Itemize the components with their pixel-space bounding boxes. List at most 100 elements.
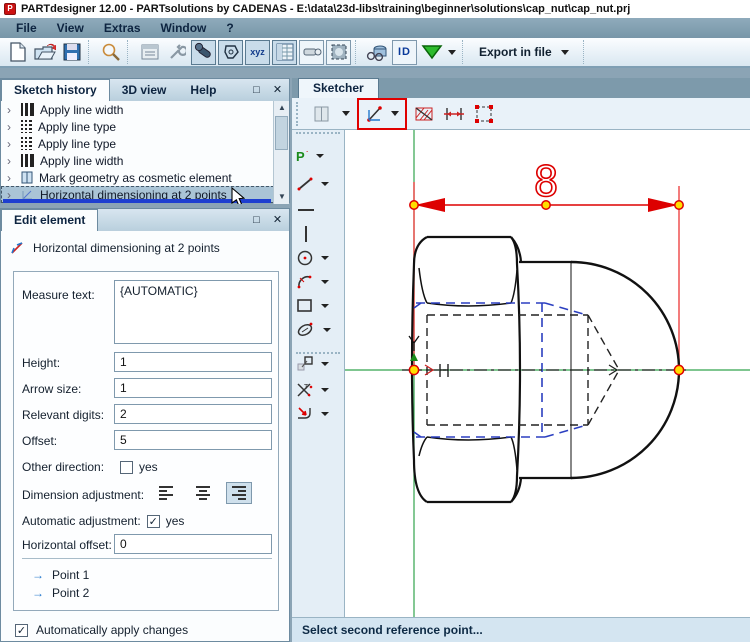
other-direction-checkbox[interactable] — [120, 460, 133, 474]
relevant-digits-input[interactable] — [114, 404, 272, 424]
xyz-variables-button[interactable]: xyz — [245, 39, 270, 65]
trim-tool-button[interactable]: T — [296, 378, 342, 402]
list-item[interactable]: › Apply line width — [1, 101, 289, 118]
list-item[interactable]: › Apply line width — [1, 152, 289, 169]
maximize-icon[interactable]: □ — [249, 82, 264, 97]
point-1-arrow-icon: → — [32, 568, 44, 582]
sketch-polygon-button[interactable] — [218, 39, 243, 65]
render-preview-button[interactable] — [326, 39, 351, 65]
point-tool-button[interactable]: P · — [296, 144, 342, 168]
align-left-button[interactable] — [154, 482, 180, 504]
expander-icon[interactable]: › — [7, 137, 15, 151]
tab-help[interactable]: Help — [178, 80, 228, 101]
trim-dropdown-icon[interactable] — [321, 388, 329, 392]
key-icon — [303, 48, 321, 56]
height-input[interactable] — [114, 352, 272, 372]
key-features-button[interactable] — [299, 39, 324, 65]
tab-3d-view[interactable]: 3D view — [110, 80, 179, 101]
history-tab-bar: Sketch history 3D view Help □ ✕ — [1, 79, 289, 101]
automatic-adjustment-yes-label: yes — [165, 514, 185, 528]
list-item[interactable]: › Mark geometry as cosmetic element — [1, 169, 289, 186]
glasses-preview-button[interactable] — [365, 40, 390, 65]
list-item[interactable]: › Apply line type — [1, 135, 289, 152]
align-right-button[interactable] — [226, 482, 252, 504]
new-document-button[interactable] — [5, 40, 30, 65]
green-triangle-icon — [421, 45, 442, 60]
wrench-settings-button[interactable] — [164, 40, 189, 65]
marquee-button[interactable] — [471, 101, 497, 127]
tab-sketcher[interactable]: Sketcher — [298, 78, 379, 98]
fillet-dropdown-icon[interactable] — [321, 412, 329, 416]
scroll-up-icon[interactable]: ▲ — [274, 101, 289, 115]
offset-input[interactable] — [114, 430, 272, 450]
menu-window[interactable]: Window — [151, 19, 217, 37]
automatic-adjustment-checkbox[interactable]: ✓ — [146, 514, 160, 528]
expander-icon[interactable]: › — [7, 171, 15, 185]
close-icon[interactable]: ✕ — [270, 212, 285, 227]
fillet-tool-icon — [298, 407, 311, 419]
scrollbar-thumb[interactable] — [275, 116, 288, 150]
maximize-icon[interactable]: □ — [249, 212, 264, 227]
rectangle-dropdown-icon[interactable] — [321, 304, 329, 308]
insert-book-button[interactable] — [309, 101, 335, 127]
menu-view[interactable]: View — [47, 19, 94, 37]
form-properties-button[interactable] — [137, 40, 162, 65]
tab-sketch-history[interactable]: Sketch history — [1, 79, 110, 101]
sketch-canvas[interactable]: 8 — [345, 130, 750, 617]
circle-dropdown-icon[interactable] — [321, 256, 329, 260]
horizontal-dimension-button[interactable] — [441, 101, 467, 127]
line-dropdown-icon[interactable] — [321, 182, 329, 186]
id-button[interactable]: ID — [392, 39, 417, 65]
hatch-button[interactable] — [411, 101, 437, 127]
scroll-down-icon[interactable]: ▼ — [274, 190, 289, 204]
menu-help[interactable]: ? — [216, 19, 243, 37]
screw-3d-button[interactable] — [191, 39, 216, 65]
vertical-line-tool-button[interactable] — [296, 222, 342, 246]
save-button[interactable] — [59, 40, 84, 65]
expander-icon[interactable]: › — [7, 120, 15, 134]
horizontal-offset-input[interactable] — [114, 534, 272, 554]
ellipse-tool-icon — [297, 322, 313, 336]
rectangle-tool-button[interactable] — [296, 294, 342, 318]
list-item[interactable]: › Apply line type — [1, 118, 289, 135]
arrow-size-input[interactable] — [114, 378, 272, 398]
generate-dropdown-icon[interactable] — [448, 49, 456, 55]
menu-extras[interactable]: Extras — [94, 19, 151, 37]
screw-icon — [194, 42, 211, 58]
ellipse-dropdown-icon[interactable] — [323, 328, 331, 332]
fillet-tool-button[interactable] — [296, 402, 342, 426]
generate-button[interactable] — [419, 40, 444, 65]
arc-tool-button[interactable] — [296, 270, 342, 294]
arc-dropdown-icon[interactable] — [321, 280, 329, 284]
strip-grip[interactable] — [296, 132, 340, 138]
menu-file[interactable]: File — [6, 19, 47, 37]
dimension-tool-button[interactable] — [362, 101, 388, 127]
toolbar-grip[interactable] — [296, 101, 301, 126]
point-1-row[interactable]: → Point 1 — [32, 568, 89, 582]
point-2-row[interactable]: → Point 2 — [32, 586, 89, 600]
dimension-dropdown-icon[interactable] — [391, 111, 399, 116]
circle-tool-button[interactable] — [296, 246, 342, 270]
measure-text-input[interactable]: {AUTOMATIC} — [114, 280, 272, 344]
point-dropdown-icon[interactable] — [315, 154, 324, 158]
align-center-button[interactable] — [190, 482, 216, 504]
transform-dropdown-icon[interactable] — [321, 362, 329, 366]
expander-icon[interactable]: › — [7, 154, 15, 168]
open-folder-button[interactable] — [32, 40, 57, 65]
horizontal-line-tool-button[interactable] — [296, 198, 342, 222]
mouse-cursor — [231, 187, 245, 204]
expander-icon[interactable]: › — [7, 103, 15, 117]
ellipse-tool-button[interactable] — [296, 318, 342, 342]
transform-tool-button[interactable] — [296, 352, 342, 376]
value-table-button[interactable] — [272, 39, 297, 65]
zoom-button[interactable] — [98, 40, 123, 65]
export-in-file-button[interactable]: Export in file — [471, 42, 580, 62]
toolbar-separator — [355, 40, 361, 64]
vertical-scrollbar[interactable]: ▲ ▼ — [273, 101, 289, 204]
close-icon[interactable]: ✕ — [270, 82, 285, 97]
auto-apply-checkbox[interactable]: ✓ — [15, 623, 28, 637]
line-tool-button[interactable] — [296, 172, 342, 196]
table-icon — [276, 43, 293, 61]
insert-dropdown-icon[interactable] — [342, 111, 350, 116]
point-dot-icon: · — [305, 146, 309, 156]
